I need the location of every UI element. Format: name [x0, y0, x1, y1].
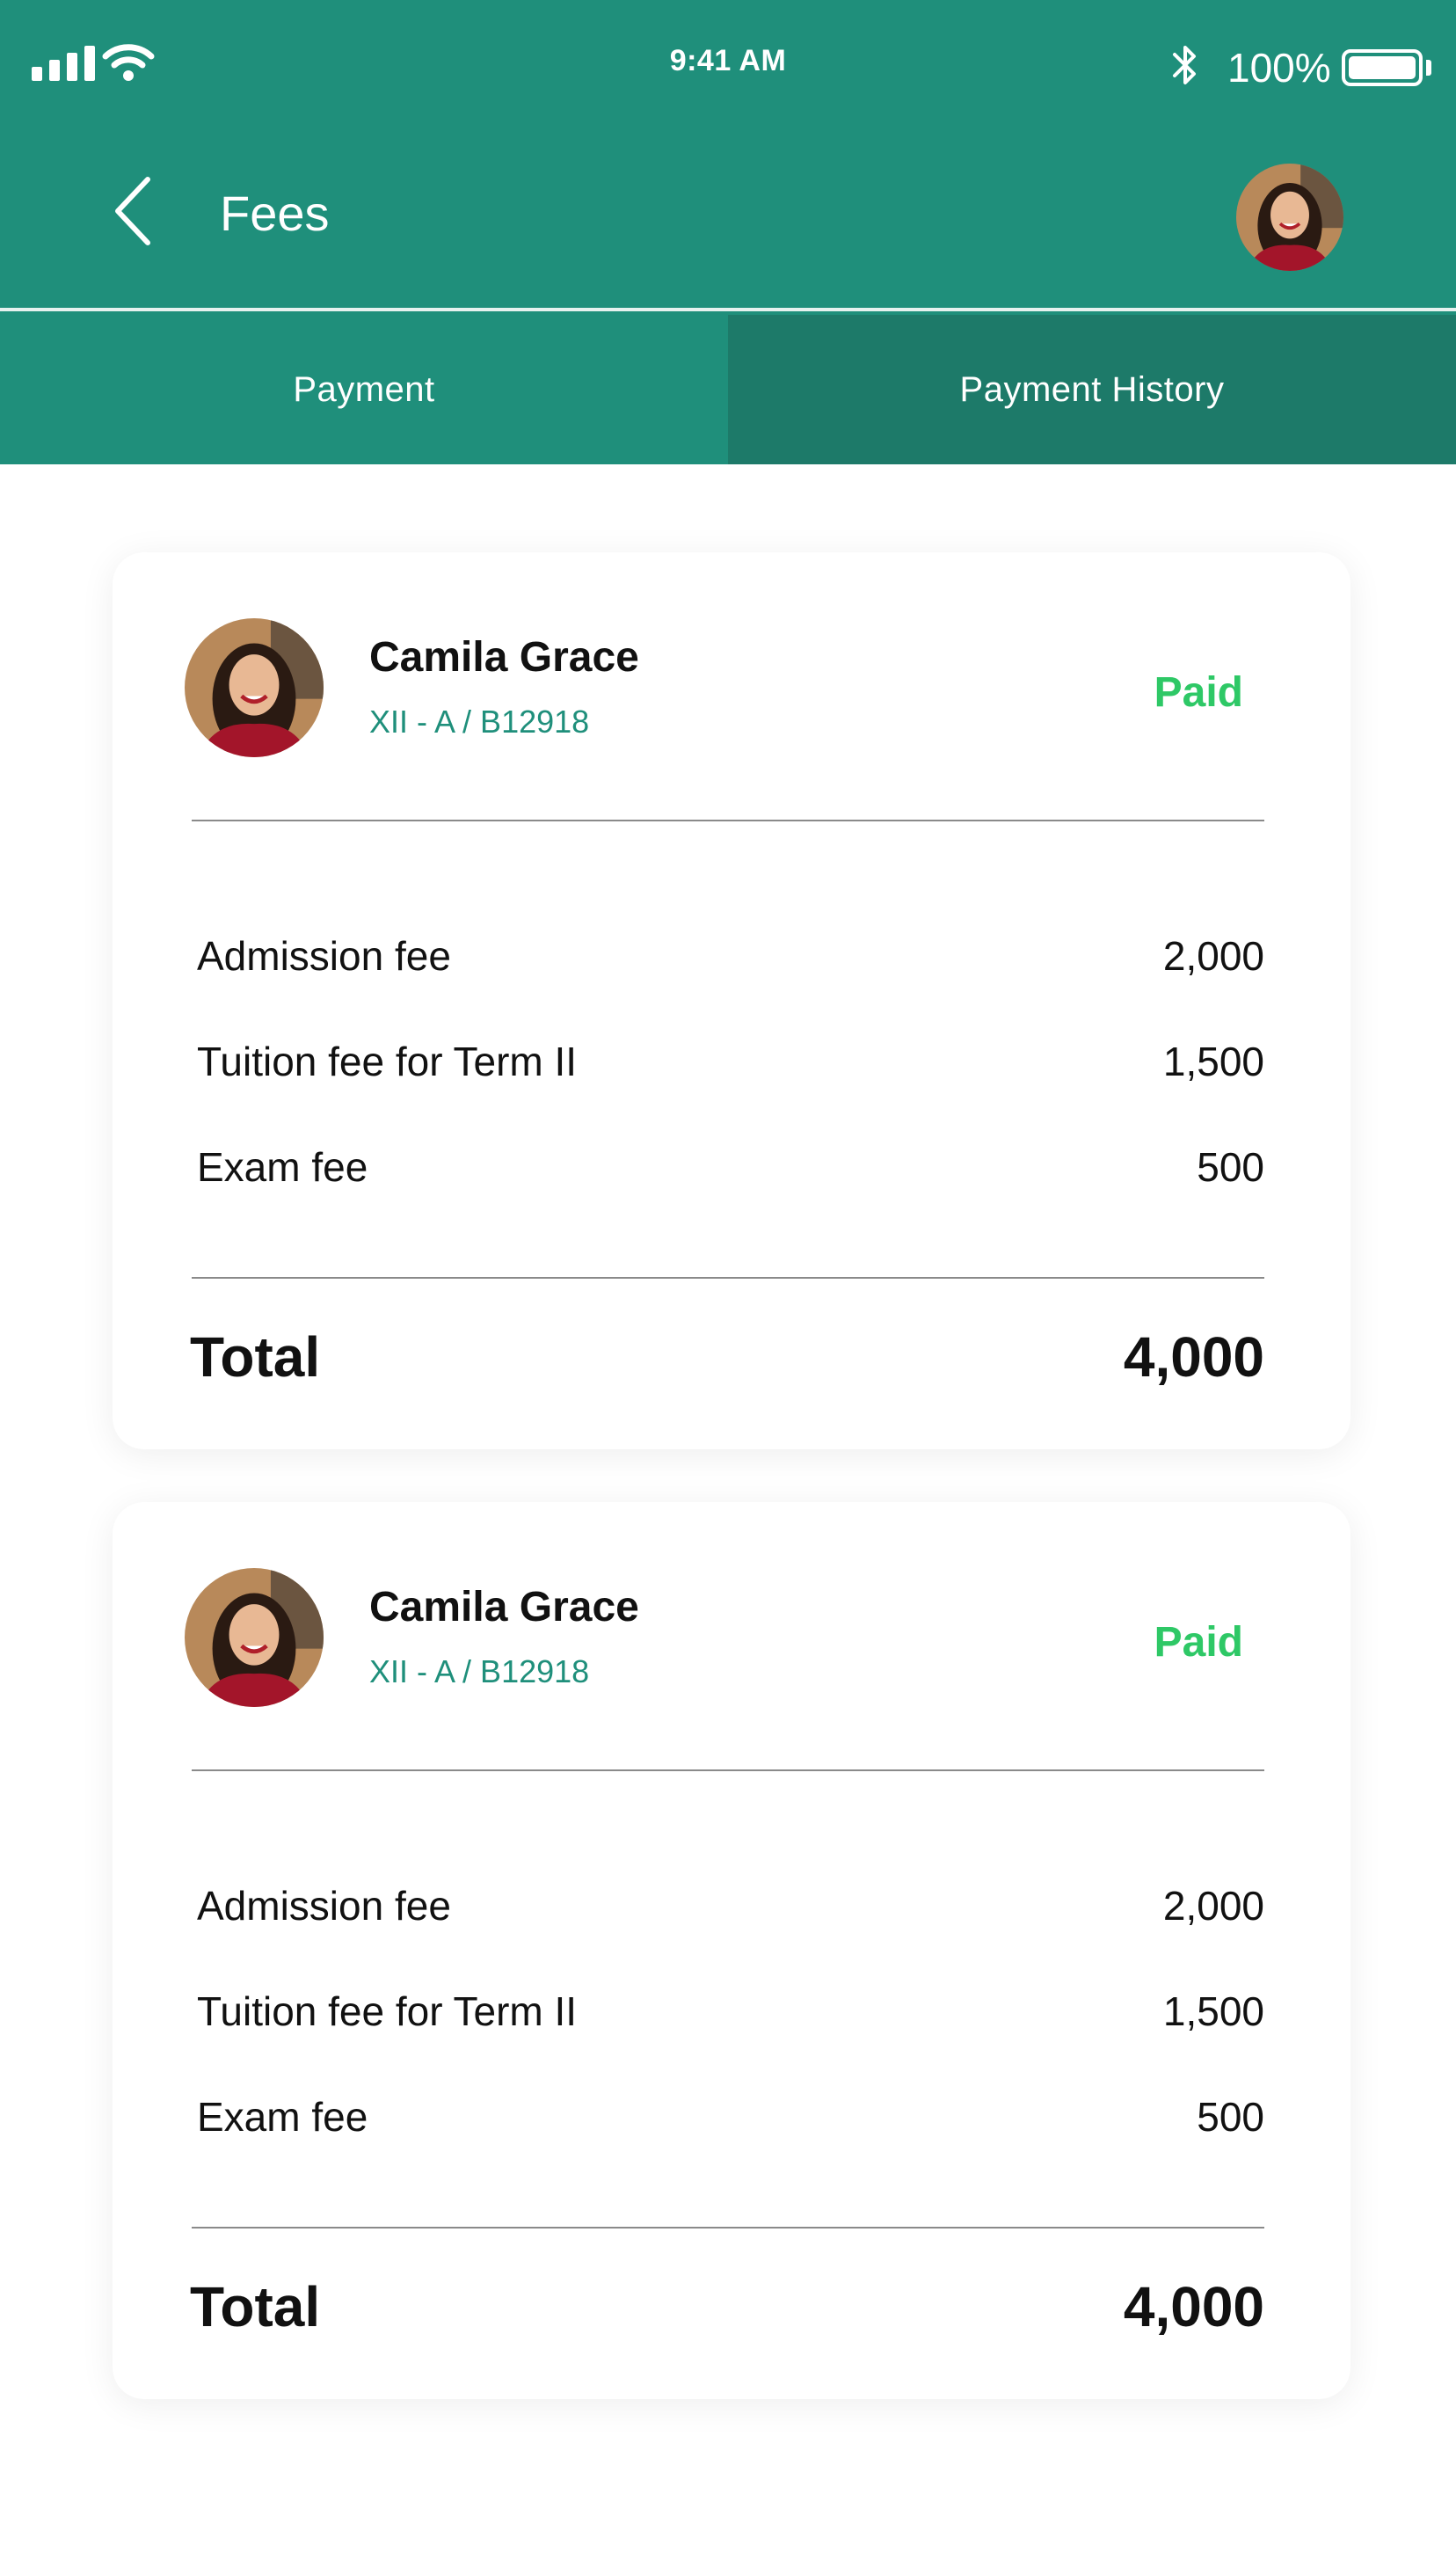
divider — [192, 2227, 1264, 2229]
tab-payment[interactable]: Payment — [0, 315, 728, 464]
fee-amount: 1,500 — [1162, 1988, 1264, 2034]
fee-row: Admission fee 2,000 — [197, 932, 1264, 980]
fee-amount: 2,000 — [1162, 1883, 1264, 1929]
page-title: Fees — [220, 186, 330, 241]
fee-label: Exam fee — [197, 2094, 368, 2140]
fee-amount: 2,000 — [1162, 933, 1264, 979]
fee-amount: 1,500 — [1162, 1039, 1264, 1084]
total-amount: 4,000 — [1123, 1325, 1264, 1389]
status-bar: 9:41 AM 100% — [0, 0, 1456, 132]
bluetooth-icon — [1173, 46, 1196, 84]
battery-level — [1349, 56, 1416, 79]
student-class-id: XII - A / B12918 — [369, 1653, 590, 1689]
student-avatar — [185, 1568, 324, 1707]
student-avatar — [185, 618, 324, 757]
total-row: Total 4,000 — [190, 2274, 1264, 2339]
total-label: Total — [190, 1325, 321, 1389]
battery-cap — [1426, 60, 1431, 76]
fee-label: Admission fee — [197, 933, 451, 979]
tab-payment-history[interactable]: Payment History — [728, 315, 1456, 464]
fee-amount: 500 — [1197, 1144, 1264, 1190]
student-name: Camila Grace — [369, 634, 639, 681]
fee-label: Exam fee — [197, 1144, 368, 1190]
fee-label: Tuition fee for Term II — [197, 1988, 578, 2034]
student-class-id: XII - A / B12918 — [369, 704, 590, 740]
divider — [192, 1769, 1264, 1771]
profile-avatar[interactable] — [1236, 164, 1343, 271]
fee-row: Admission fee 2,000 — [197, 1882, 1264, 1929]
battery-icon — [1342, 49, 1423, 86]
payment-card: Camila Grace XII - A / B12918 Paid Admis… — [113, 552, 1350, 1449]
tab-bar: Payment Payment History — [0, 315, 1456, 464]
fee-label: Tuition fee for Term II — [197, 1039, 578, 1084]
fee-row: Tuition fee for Term II 1,500 — [197, 1038, 1264, 1085]
total-row: Total 4,000 — [190, 1324, 1264, 1390]
student-name: Camila Grace — [369, 1584, 639, 1630]
status-badge: Paid — [1154, 1619, 1243, 1666]
fee-row: Exam fee 500 — [197, 2093, 1264, 2141]
back-button[interactable] — [97, 167, 167, 255]
payment-card: Camila Grace XII - A / B12918 Paid Admis… — [113, 1502, 1350, 2399]
header-divider — [0, 308, 1456, 311]
app-header: 9:41 AM 100% Fees Payment Payment Histor… — [0, 0, 1456, 464]
total-label: Total — [190, 2275, 321, 2338]
fee-row: Tuition fee for Term II 1,500 — [197, 1988, 1264, 2035]
divider — [192, 1277, 1264, 1279]
status-badge: Paid — [1154, 669, 1243, 716]
battery-percent: 100% — [1227, 45, 1331, 91]
fee-amount: 500 — [1197, 2094, 1264, 2140]
divider — [192, 820, 1264, 821]
total-amount: 4,000 — [1123, 2275, 1264, 2338]
fee-label: Admission fee — [197, 1883, 451, 1929]
fee-row: Exam fee 500 — [197, 1143, 1264, 1191]
